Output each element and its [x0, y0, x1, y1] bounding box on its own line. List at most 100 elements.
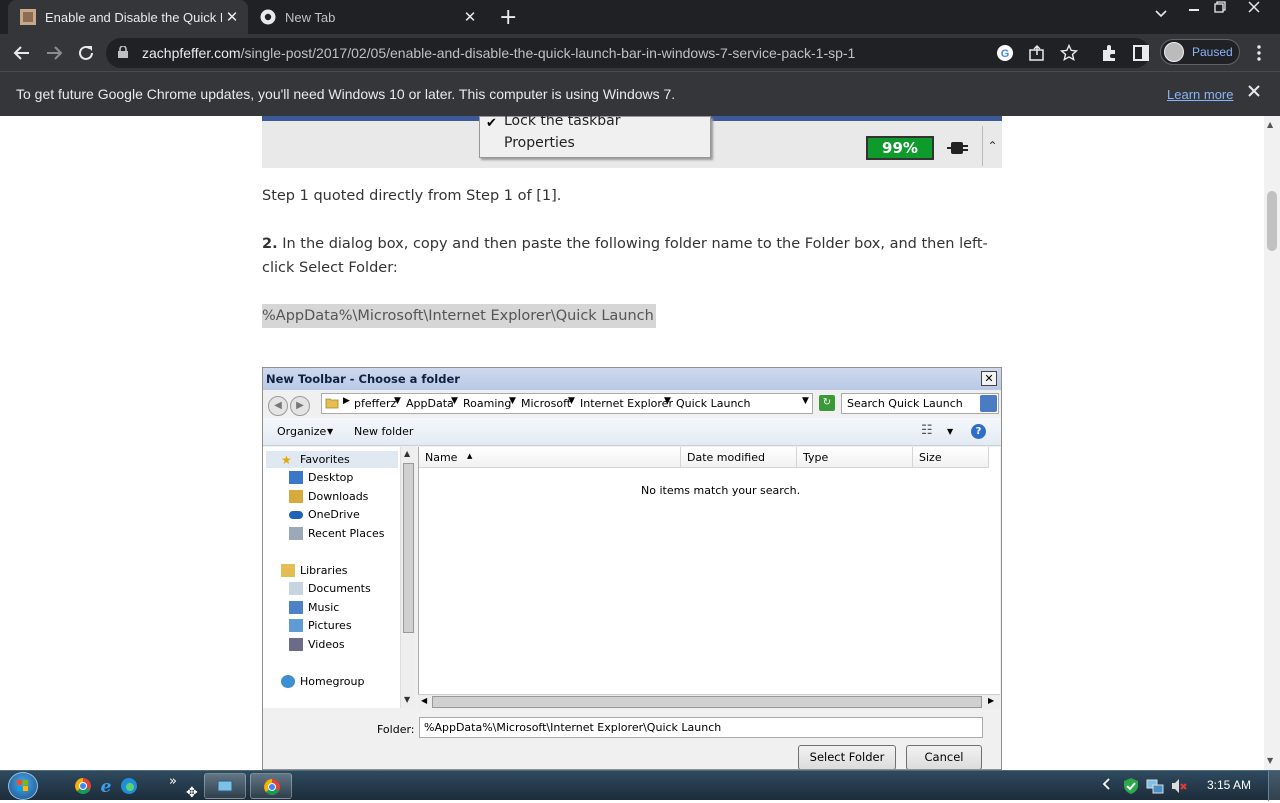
svg-text:G: G: [1001, 48, 1010, 60]
search-icon: [980, 395, 997, 412]
chrome-quicklaunch-icon[interactable]: [74, 777, 92, 795]
network-icon[interactable]: [1146, 777, 1164, 795]
tab-strip: Enable and Disable the Quick Launch Bar …: [0, 0, 1280, 34]
security-shield-icon[interactable]: [1122, 777, 1140, 795]
tab-active[interactable]: Enable and Disable the Quick Launch Bar …: [8, 0, 248, 34]
start-button[interactable]: [8, 772, 38, 800]
new-folder-button: New folder: [354, 425, 414, 438]
select-folder-button: Select Folder: [798, 745, 896, 769]
chrome-icon: [260, 9, 276, 25]
side-panel-icon[interactable]: [1132, 44, 1150, 62]
chevron-down-icon: ▼: [947, 427, 954, 436]
folder-label: Folder:: [377, 723, 415, 736]
address-bar[interactable]: zachpfeffer.com/single-post/2017/02/05/e…: [106, 38, 1150, 68]
lock-icon: [118, 46, 128, 58]
tab-close-icon[interactable]: ✕: [222, 8, 242, 26]
extensions-icon[interactable]: [1100, 44, 1118, 62]
site-favicon-icon: [20, 9, 36, 25]
restore-icon[interactable]: [1214, 1, 1226, 17]
windows-logo-icon: [17, 780, 28, 791]
nav-pane-scrollbar: ▲ ▼: [400, 447, 415, 708]
nav-item-documents: Documents: [289, 582, 371, 595]
nav-item-downloads: Downloads: [289, 490, 368, 503]
browser-toolbar: zachpfeffer.com/single-post/2017/02/05/e…: [0, 34, 1280, 71]
forward-icon[interactable]: [42, 41, 66, 65]
tab-new-tab[interactable]: New Tab ✕: [252, 0, 486, 34]
nav-item-pictures: Pictures: [289, 619, 352, 632]
empty-message: No items match your search.: [641, 484, 801, 497]
address-dropdown-icon: ▼: [802, 396, 809, 406]
nav-item-homegroup: Homegroup: [281, 675, 364, 688]
infobar-message: To get future Google Chrome updates, you…: [16, 86, 676, 102]
nav-item-favorites: ★ Favorites: [281, 453, 350, 467]
dialog-back-icon: ◀: [268, 396, 288, 416]
breadcrumb: Roaming: [463, 397, 512, 410]
show-desktop-button[interactable]: [1268, 771, 1280, 801]
column-header-date: Date modified: [681, 447, 797, 468]
desktop-icon: [289, 471, 303, 484]
dialog-file-list: Name ▲ Date modified Type Size No items m…: [418, 447, 1000, 695]
google-icon[interactable]: G: [996, 44, 1014, 62]
page-scroll-thumb[interactable]: [1267, 191, 1277, 251]
battery-indicator: 99%: [866, 136, 934, 160]
infobar-close-icon[interactable]: [1247, 82, 1261, 103]
profile-button[interactable]: Paused: [1160, 39, 1240, 65]
share-icon[interactable]: [1028, 44, 1046, 62]
minimize-icon[interactable]: [1188, 1, 1200, 17]
view-options-icon: ☷: [921, 423, 933, 438]
dialog-close-icon: ✕: [981, 371, 997, 386]
dialog-forward-icon: ▶: [290, 396, 310, 416]
step1-note: Step 1 quoted directly from Step 1 of [1…: [262, 188, 562, 204]
downloads-icon: [289, 490, 303, 503]
clock[interactable]: 3:15 AM: [1207, 778, 1251, 792]
tab-close-icon[interactable]: ✕: [460, 8, 480, 26]
choose-folder-dialog-image: New Toolbar - Choose a folder ✕ ◀ ▶ ▶ pf…: [262, 367, 1002, 770]
folder-icon: [325, 398, 339, 409]
learn-more-link[interactable]: Learn more: [1167, 87, 1233, 102]
dialog-nav-pane: ★ Favorites Desktop Downloads OneDrive Re…: [263, 447, 415, 708]
menu-item-properties: Properties: [504, 135, 575, 151]
dialog-address-bar: ▶ pfefferz ▼ AppData ▼ Roaming ▼ Microso…: [321, 393, 813, 414]
tab-title: Enable and Disable the Quick Launch Bar …: [45, 9, 222, 25]
taskbar-app-button[interactable]: [204, 773, 246, 799]
dialog-command-bar: Organize ▼ New folder ☷ ▼ ?: [263, 418, 1001, 446]
taskbar-screenshot-image: ✔ Lock the taskbar Properties 99% ⌃: [262, 116, 1002, 168]
volume-muted-icon[interactable]: [1170, 777, 1188, 795]
reload-icon[interactable]: [74, 41, 98, 65]
breadcrumb: Quick Launch: [676, 397, 751, 410]
windows-taskbar: e » ✥ 3:15 AM: [0, 770, 1280, 801]
menu-icon[interactable]: [1250, 44, 1268, 62]
sort-arrow-icon: ▲: [467, 452, 473, 460]
refresh-icon: ↻: [819, 395, 835, 411]
internet-explorer-icon[interactable]: e: [97, 777, 115, 795]
documents-icon: [289, 582, 303, 595]
taskbar-chrome-button[interactable]: [250, 773, 292, 799]
page-scrollbar[interactable]: ▲ ▼: [1264, 116, 1280, 770]
window-close-icon[interactable]: [1248, 1, 1260, 17]
url-text: zachpfeffer.com/single-post/2017/02/05/e…: [142, 45, 856, 61]
quicklaunch-overflow-icon[interactable]: »: [169, 774, 177, 789]
nav-item-music: Music: [289, 601, 339, 614]
homegroup-icon: [281, 675, 295, 688]
tab-search-chevron-icon[interactable]: [1154, 8, 1168, 23]
pictures-icon: [289, 619, 303, 632]
cancel-button: Cancel: [906, 745, 982, 769]
dialog-search-box: Search Quick Launch: [841, 393, 999, 414]
column-header-name: Name ▲: [419, 447, 681, 468]
libraries-icon: [281, 564, 295, 577]
tray-expand-arrow-icon[interactable]: [1101, 777, 1111, 794]
breadcrumb: Microsoft: [521, 397, 572, 410]
svg-text:e: e: [101, 777, 112, 795]
step-number: 2.: [262, 236, 278, 252]
nav-item-onedrive: OneDrive: [289, 508, 360, 521]
new-tab-button[interactable]: +: [499, 5, 517, 30]
folder-path-highlight[interactable]: %AppData%\Microsoft\Internet Explorer\Qu…: [262, 304, 656, 328]
videos-icon: [289, 638, 303, 651]
star-icon[interactable]: [1060, 44, 1078, 62]
back-icon[interactable]: [10, 41, 34, 65]
checkmark-icon: ✔: [486, 116, 497, 131]
dialog-titlebar: New Toolbar - Choose a folder ✕: [263, 368, 1001, 390]
nav-item-libraries: Libraries: [281, 564, 348, 577]
column-header-size: Size: [913, 447, 989, 468]
edge-icon[interactable]: [120, 777, 138, 795]
